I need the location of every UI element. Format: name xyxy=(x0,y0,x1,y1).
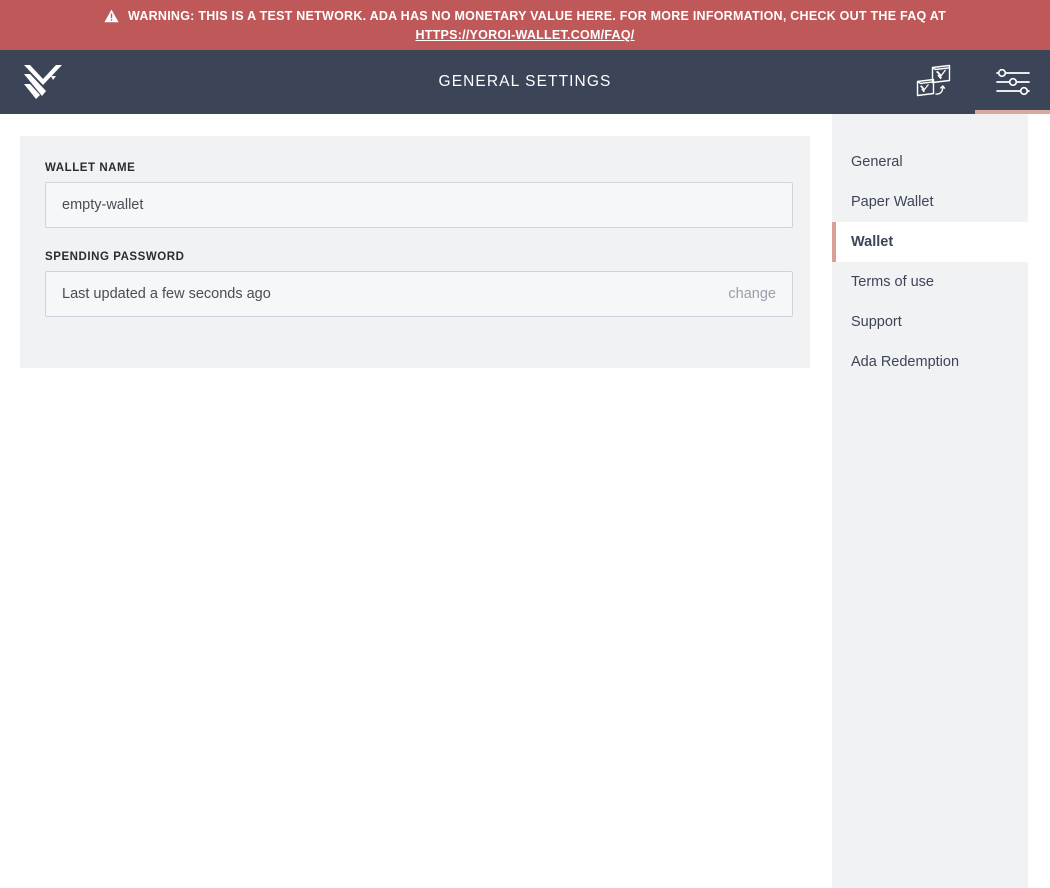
wallet-settings-pane: WALLET NAME empty-wallet SPENDING PASSWO… xyxy=(20,136,810,368)
warning-text-line: WARNING: THIS IS A TEST NETWORK. ADA HAS… xyxy=(104,6,946,26)
settings-menu-item-paper-wallet[interactable]: Paper Wallet xyxy=(832,182,1028,222)
wallet-name-value: empty-wallet xyxy=(62,197,144,213)
settings-menu-label: Support xyxy=(851,314,902,330)
wallet-name-label: WALLET NAME xyxy=(45,162,136,174)
spending-password-field[interactable]: Last updated a few seconds ago change xyxy=(45,271,793,317)
settings-menu-label: General xyxy=(851,154,903,170)
warning-faq-link[interactable]: HTTPS://YOROI-WALLET.COM/FAQ/ xyxy=(415,28,634,42)
warning-message: WARNING: THIS IS A TEST NETWORK. ADA HAS… xyxy=(128,9,946,23)
settings-menu-item-terms-of-use[interactable]: Terms of use xyxy=(832,262,1028,302)
change-password-link[interactable]: change xyxy=(718,286,776,302)
settings-menu-label: Paper Wallet xyxy=(851,194,934,210)
settings-menu: General Paper Wallet Wallet Terms of use… xyxy=(832,114,1028,888)
settings-menu-label: Terms of use xyxy=(851,274,934,290)
settings-menu-item-general[interactable]: General xyxy=(832,142,1028,182)
navbar-actions xyxy=(909,50,1050,116)
wallet-name-input[interactable]: empty-wallet xyxy=(45,182,793,228)
switch-wallet-icon[interactable] xyxy=(909,50,961,114)
warning-triangle-icon xyxy=(104,9,119,23)
wallet-name-group: WALLET NAME empty-wallet xyxy=(45,162,793,228)
settings-menu-item-ada-redemption[interactable]: Ada Redemption xyxy=(832,342,1028,382)
spending-password-status: Last updated a few seconds ago xyxy=(62,286,271,302)
top-navbar: GENERAL SETTINGS xyxy=(0,50,1050,116)
page-body: WALLET NAME empty-wallet SPENDING PASSWO… xyxy=(0,114,1050,888)
spending-password-group: SPENDING PASSWORD Last updated a few sec… xyxy=(45,251,793,317)
settings-menu-label: Ada Redemption xyxy=(851,354,960,370)
settings-menu-item-support[interactable]: Support xyxy=(832,302,1028,342)
spending-password-label: SPENDING PASSWORD xyxy=(45,251,185,263)
settings-sliders-icon[interactable] xyxy=(975,50,1050,116)
settings-menu-label: Wallet xyxy=(851,234,894,250)
test-network-warning-banner: WARNING: THIS IS A TEST NETWORK. ADA HAS… xyxy=(0,0,1050,50)
settings-menu-item-wallet[interactable]: Wallet xyxy=(832,222,1028,262)
page-title: GENERAL SETTINGS xyxy=(438,73,612,90)
